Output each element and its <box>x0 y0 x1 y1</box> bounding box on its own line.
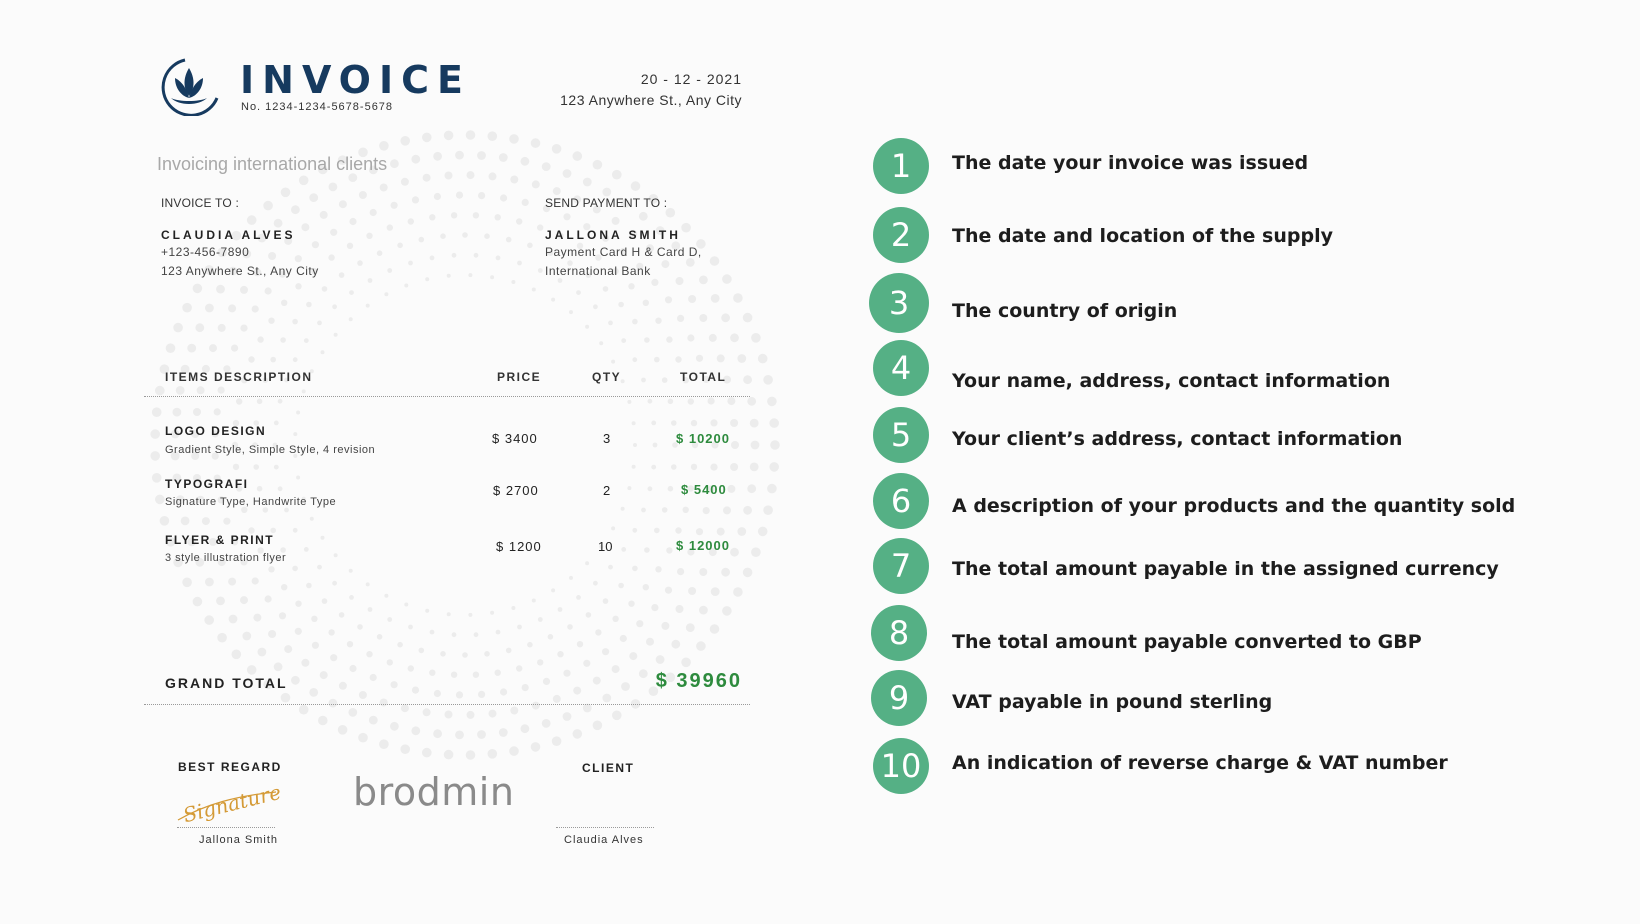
note-text: VAT payable in pound sterling <box>952 691 1273 713</box>
item-name: FLYER & PRINT <box>165 533 275 547</box>
signature-image: Signature <box>177 780 280 826</box>
note-text: The country of origin <box>952 300 1178 322</box>
invoice-to-address: 123 Anywhere St., Any City <box>161 264 319 278</box>
item-description: Gradient Style, Simple Style, 4 revision <box>165 444 376 456</box>
send-payment-label: SEND PAYMENT TO : <box>545 196 668 210</box>
note-number-badge: 4 <box>873 340 929 396</box>
item-qty: 2 <box>603 483 611 498</box>
invoice-title: INVOICE <box>240 58 471 102</box>
note-text: The total amount payable in the assigned… <box>952 558 1499 580</box>
item-price: $ 1200 <box>496 539 542 554</box>
invoice-address: 123 Anywhere St., Any City <box>560 92 742 108</box>
note-text: The date your invoice was issued <box>952 152 1309 174</box>
send-payment-line2: International Bank <box>545 264 651 278</box>
send-payment-line1: Payment Card H & Card D, <box>545 245 702 259</box>
item-price: $ 2700 <box>493 483 539 498</box>
svg-text:Signature: Signature <box>181 780 280 826</box>
item-qty: 3 <box>603 431 611 446</box>
invoice-date: 20 - 12 - 2021 <box>640 71 742 87</box>
client-label: CLIENT <box>582 761 635 775</box>
note-text: Your name, address, contact information <box>952 370 1391 392</box>
item-qty: 10 <box>598 539 613 554</box>
col-header-qty: QTY <box>592 370 622 384</box>
item-total: $ 5400 <box>681 482 727 497</box>
note-number-badge: 2 <box>873 207 929 263</box>
note-number-badge: 5 <box>873 407 929 463</box>
item-total: $ 10200 <box>676 431 730 446</box>
note-number-badge: 9 <box>871 670 927 726</box>
note-text: An indication of reverse charge & VAT nu… <box>952 752 1448 774</box>
client-signature-line <box>556 827 654 828</box>
note-number-badge: 8 <box>871 605 927 661</box>
grand-total-label: GRAND TOTAL <box>165 675 288 691</box>
send-payment-name: JALLONA SMITH <box>545 228 681 242</box>
col-header-price: PRICE <box>497 370 542 384</box>
grand-total-value: $ 39960 <box>655 670 742 692</box>
note-number-badge: 6 <box>873 473 929 529</box>
sender-signature-line <box>177 827 275 828</box>
note-text: The date and location of the supply <box>952 225 1333 247</box>
invoice-subtitle: Invoicing international clients <box>157 154 388 174</box>
invoice-to-phone: +123-456-7890 <box>161 245 250 259</box>
best-regard-label: BEST REGARD <box>178 760 282 774</box>
item-name: LOGO DESIGN <box>165 424 267 438</box>
client-name: Claudia Alves <box>564 834 644 846</box>
lotus-logo-icon <box>161 58 219 116</box>
invoice-number: No. 1234-1234-5678-5678 <box>241 101 394 113</box>
note-text: The total amount payable converted to GB… <box>952 631 1422 653</box>
item-price: $ 3400 <box>492 431 538 446</box>
grand-total-divider <box>144 704 750 705</box>
note-text: A description of your products and the q… <box>952 495 1516 517</box>
header-divider <box>144 396 750 397</box>
col-header-description: ITEMS DESCRIPTION <box>165 370 313 384</box>
invoice-to-label: INVOICE TO : <box>161 196 239 210</box>
sender-name: Jallona Smith <box>199 834 279 846</box>
item-name: TYPOGRAFI <box>165 477 249 491</box>
item-description: 3 style illustration flyer <box>165 552 287 564</box>
note-number-badge: 3 <box>869 273 929 333</box>
note-number-badge: 7 <box>873 538 929 594</box>
item-description: Signature Type, Handwrite Type <box>165 496 337 508</box>
note-number-badge: 10 <box>873 738 929 794</box>
col-header-total: TOTAL <box>680 370 727 384</box>
brand-logo-text: brodmin <box>353 770 515 814</box>
note-number-badge: 1 <box>873 138 929 194</box>
invoice-to-name: CLAUDIA ALVES <box>161 228 296 242</box>
note-text: Your client’s address, contact informati… <box>952 428 1403 450</box>
item-total: $ 12000 <box>676 538 730 553</box>
